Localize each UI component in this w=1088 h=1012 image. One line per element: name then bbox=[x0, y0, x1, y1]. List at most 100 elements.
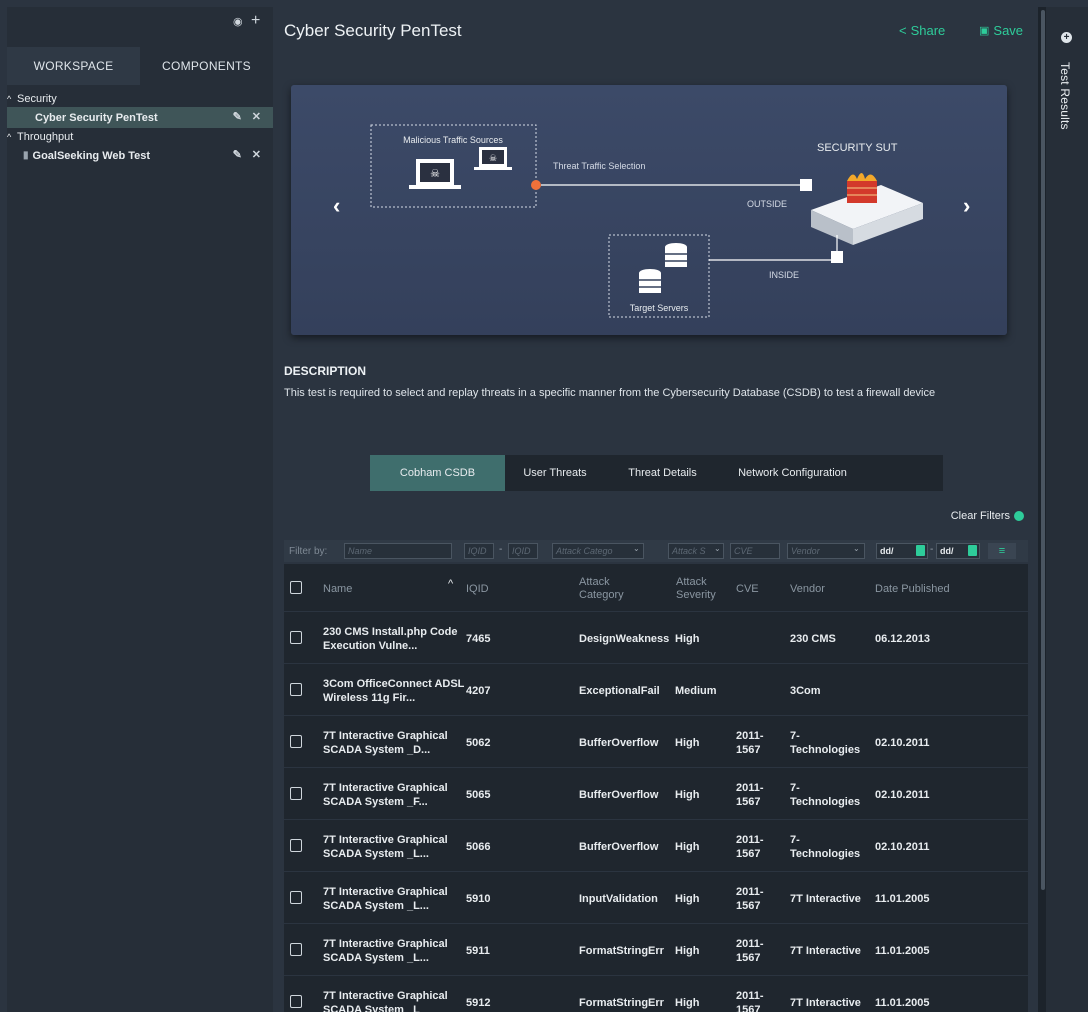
test-results-label[interactable]: Test Results bbox=[1058, 62, 1072, 130]
inside-port bbox=[831, 251, 843, 263]
row-vendor-line1: 7T Interactive bbox=[790, 945, 861, 957]
row-vendor-line1: 3Com bbox=[790, 685, 821, 697]
row-name-line2: SCADA System _L... bbox=[323, 952, 429, 964]
sidebar-tabs: WORKSPACE COMPONENTS bbox=[7, 47, 273, 85]
column-header-severity-line1[interactable]: Attack bbox=[676, 576, 707, 589]
row-name-line1: 7T Interactive Graphical bbox=[323, 782, 448, 794]
iqid-from-input[interactable]: IQID bbox=[464, 543, 494, 559]
row-checkbox[interactable] bbox=[290, 891, 302, 904]
table-row[interactable]: 7T Interactive Graphical SCADA System _L.… bbox=[284, 924, 1028, 976]
tab-cobham-csdb[interactable]: Cobham CSDB bbox=[370, 455, 505, 491]
row-cve-line2: 1567 bbox=[736, 1004, 761, 1012]
edit-icon[interactable]: ✎ bbox=[233, 148, 242, 161]
add-icon[interactable]: + bbox=[251, 12, 260, 30]
column-header-date[interactable]: Date Published bbox=[875, 583, 950, 596]
tab-network-configuration[interactable]: Network Configuration bbox=[720, 455, 865, 491]
edit-icon[interactable]: ✎ bbox=[233, 110, 242, 123]
database-icon bbox=[639, 269, 661, 293]
row-category: ExceptionalFail bbox=[579, 685, 660, 697]
row-checkbox[interactable] bbox=[290, 839, 302, 852]
topology-svg: Malicious Traffic Sources ☠ ☠ Threat Tra… bbox=[370, 124, 923, 318]
tab-user-threats[interactable]: User Threats bbox=[505, 455, 605, 491]
column-header-category-line1[interactable]: Attack bbox=[579, 576, 610, 589]
row-iqid: 5062 bbox=[466, 737, 491, 749]
row-iqid: 5065 bbox=[466, 789, 491, 801]
row-date: 11.01.2005 bbox=[875, 893, 930, 905]
row-checkbox[interactable] bbox=[290, 631, 302, 644]
category-filter-value: Attack Catego bbox=[556, 546, 613, 556]
category-filter-select[interactable]: Attack Catego bbox=[552, 543, 644, 559]
scrollbar-thumb[interactable] bbox=[1041, 10, 1045, 890]
row-checkbox[interactable] bbox=[290, 995, 302, 1008]
row-checkbox[interactable] bbox=[290, 683, 302, 696]
table-header: Name ^ IQID Attack Category Attack Sever… bbox=[284, 564, 1028, 612]
expand-icon[interactable]: + bbox=[1061, 32, 1072, 43]
row-cve-line2: 1567 bbox=[736, 900, 761, 912]
share-button[interactable]: < Share bbox=[899, 23, 945, 38]
table-row[interactable]: 7T Interactive Graphical SCADA System _L 5… bbox=[284, 976, 1028, 1012]
tree-group-throughput[interactable]: ^ Throughput bbox=[7, 128, 273, 145]
table-row[interactable]: 7T Interactive Graphical SCADA System _F.… bbox=[284, 768, 1028, 820]
clear-filters-label: Clear Filters bbox=[950, 510, 1010, 522]
row-checkbox[interactable] bbox=[290, 735, 302, 748]
column-header-name[interactable]: Name bbox=[323, 583, 352, 596]
tree-item-cyber-security-pentest[interactable]: Cyber Security PenTest ✎ ✕ bbox=[7, 107, 273, 128]
range-separator: - bbox=[930, 544, 934, 555]
sort-asc-icon[interactable]: ^ bbox=[448, 578, 453, 591]
next-arrow-icon[interactable]: › bbox=[963, 193, 970, 219]
row-category: DesignWeakness bbox=[579, 633, 670, 645]
column-header-category-line2[interactable]: Category bbox=[579, 589, 624, 602]
column-header-iqid[interactable]: IQID bbox=[466, 583, 489, 596]
vendor-filter-value: Vendor bbox=[791, 546, 820, 556]
iqid-to-input[interactable]: IQID bbox=[508, 543, 538, 559]
row-name-line2: SCADA System _D... bbox=[323, 744, 431, 756]
name-filter-input[interactable]: Name bbox=[344, 543, 452, 559]
column-header-severity-line2[interactable]: Severity bbox=[676, 589, 716, 602]
row-severity: High bbox=[675, 633, 700, 645]
table-row[interactable]: 7T Interactive Graphical SCADA System _L.… bbox=[284, 872, 1028, 924]
previous-arrow-icon[interactable]: ‹ bbox=[333, 193, 340, 219]
row-vendor-line1: 230 CMS bbox=[790, 633, 836, 645]
table-row[interactable]: 7T Interactive Graphical SCADA System _D.… bbox=[284, 716, 1028, 768]
row-vendor-line1: 7- bbox=[790, 730, 800, 742]
row-category: BufferOverflow bbox=[579, 737, 659, 749]
clear-filters-button[interactable]: Clear Filters bbox=[951, 510, 1024, 522]
close-icon[interactable]: ✕ bbox=[252, 110, 261, 123]
row-vendor-line2: Technologies bbox=[790, 744, 861, 756]
tree-group-label: Security bbox=[17, 92, 57, 105]
target-icon[interactable]: ◉ bbox=[233, 15, 243, 28]
tree-group-security[interactable]: ^ Security bbox=[7, 90, 273, 107]
row-severity: Medium bbox=[675, 685, 717, 697]
table-row[interactable]: 7T Interactive Graphical SCADA System _L.… bbox=[284, 820, 1028, 872]
save-button[interactable]: ▣ Save bbox=[979, 23, 1023, 38]
save-label: Save bbox=[993, 23, 1024, 38]
row-category: BufferOverflow bbox=[579, 841, 659, 853]
table-row[interactable]: 3Com OfficeConnect ADSL Wireless 11g Fir.… bbox=[284, 664, 1028, 716]
filter-label: Filter by: bbox=[289, 545, 328, 557]
calendar-icon[interactable] bbox=[916, 545, 925, 556]
chevron-up-icon: ^ bbox=[7, 131, 12, 142]
chevron-up-icon: ^ bbox=[7, 93, 12, 104]
tab-threat-details[interactable]: Threat Details bbox=[605, 455, 720, 491]
topology-diagram: Malicious Traffic Sources ☠ ☠ Threat Tra… bbox=[291, 85, 1007, 335]
tab-components[interactable]: COMPONENTS bbox=[140, 47, 273, 85]
cve-filter-input[interactable]: CVE bbox=[730, 543, 780, 559]
row-cve-line1: 2011- bbox=[736, 990, 764, 1002]
close-icon[interactable]: ✕ bbox=[252, 148, 261, 161]
select-all-checkbox[interactable] bbox=[290, 581, 302, 594]
row-checkbox[interactable] bbox=[290, 787, 302, 800]
column-menu-button[interactable]: ≡ bbox=[988, 543, 1016, 559]
threat-label: Threat Traffic Selection bbox=[553, 161, 645, 171]
row-cve-line2: 1567 bbox=[736, 952, 761, 964]
row-vendor-line1: 7T Interactive bbox=[790, 997, 861, 1009]
tab-workspace[interactable]: WORKSPACE bbox=[7, 47, 140, 85]
description-heading: DESCRIPTION bbox=[284, 364, 367, 378]
calendar-icon[interactable] bbox=[968, 545, 977, 556]
table-row[interactable]: 230 CMS Install.php Code Execution Vulne.… bbox=[284, 612, 1028, 664]
row-checkbox[interactable] bbox=[290, 943, 302, 956]
row-name-line2: SCADA System _L bbox=[323, 1004, 420, 1012]
column-header-cve[interactable]: CVE bbox=[736, 583, 759, 596]
row-cve-line1: 2011- bbox=[736, 886, 764, 898]
tree-item-goalseeking-web-test[interactable]: ▮ GoalSeeking Web Test ✎ ✕ bbox=[7, 145, 273, 166]
column-header-vendor[interactable]: Vendor bbox=[790, 583, 825, 596]
